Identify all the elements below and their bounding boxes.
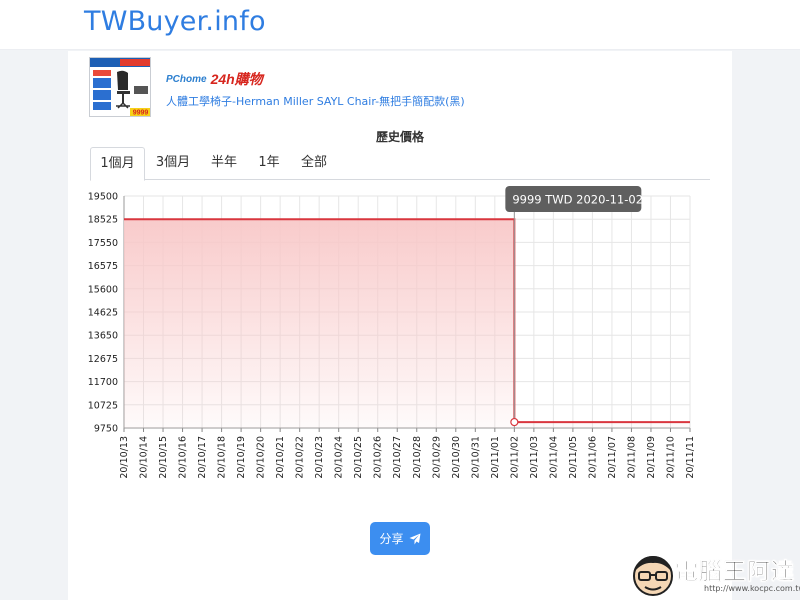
- x-tick-label: 20/10/31: [470, 436, 481, 479]
- y-tick-label: 12675: [88, 354, 118, 365]
- price-area-fill: [124, 219, 690, 428]
- tab-3-months[interactable]: 3個月: [148, 147, 198, 180]
- x-tick-label: 20/10/14: [139, 436, 150, 479]
- x-tick-label: 20/11/07: [607, 436, 618, 479]
- x-tick-label: 20/11/08: [626, 436, 637, 479]
- history-range-tabs: 1個月 3個月 半年 1年 全部: [90, 147, 710, 181]
- x-tick-label: 20/11/10: [665, 436, 676, 479]
- x-tick-label: 20/11/06: [587, 436, 598, 479]
- x-tick-label: 20/11/11: [685, 436, 696, 479]
- x-tick-label: 20/10/13: [119, 436, 130, 479]
- x-tick-label: 20/10/20: [256, 436, 267, 479]
- highlight-point: [510, 417, 519, 427]
- x-tick-label: 20/10/25: [353, 436, 364, 479]
- product-thumbnail-image: 9999: [90, 58, 150, 117]
- x-tick-label: 20/10/23: [314, 436, 325, 479]
- x-tick-label: 20/11/09: [646, 436, 657, 479]
- tab-half-year[interactable]: 半年: [203, 147, 245, 180]
- product-thumbnail[interactable]: 9999: [89, 57, 151, 117]
- x-tick-label: 20/10/18: [217, 436, 228, 479]
- x-tick-label: 20/10/21: [275, 436, 286, 479]
- paper-plane-icon: [409, 533, 420, 544]
- price-history-chart[interactable]: 19500 18525 17550 16575 15600 14625 13650 12675…: [84, 184, 714, 484]
- x-tick-label: 20/10/27: [392, 436, 403, 479]
- x-tick-label: 20/11/05: [568, 436, 579, 479]
- y-tick-label: 18525: [88, 215, 118, 226]
- watermark-url: http://www.kocpc.com.tw: [704, 584, 800, 593]
- share-button-label: 分享: [379, 532, 404, 546]
- x-tick-label: 20/10/19: [236, 436, 247, 479]
- share-button[interactable]: 分享: [370, 522, 430, 555]
- x-tick-label: 20/11/01: [490, 436, 501, 479]
- watermark-text: 電腦王阿達: [675, 559, 795, 586]
- site-watermark: 電腦王阿達 http://www.kocpc.com.tw: [630, 548, 800, 600]
- site-brand-link[interactable]: TWBuyer.info: [84, 6, 266, 37]
- y-tick-label: 9750: [94, 424, 118, 435]
- x-tick-label: 20/11/02: [509, 436, 520, 479]
- tab-1-year[interactable]: 1年: [250, 147, 288, 180]
- x-tick-label: 20/10/17: [197, 436, 208, 479]
- x-tick-label: 20/10/22: [295, 436, 306, 479]
- y-tick-label: 10725: [88, 400, 118, 411]
- y-tick-label: 19500: [88, 192, 118, 203]
- x-tick-label: 20/10/16: [178, 436, 189, 479]
- y-tick-label: 11700: [88, 377, 118, 388]
- price-tooltip-text: 9999 TWD 2020-11-02: [512, 193, 643, 207]
- tab-1-month[interactable]: 1個月: [90, 147, 145, 181]
- y-tick-label: 15600: [88, 284, 118, 295]
- y-tick-label: 16575: [88, 261, 118, 272]
- x-tick-label: 20/10/29: [431, 436, 442, 479]
- y-tick-label: 14625: [88, 308, 118, 319]
- tab-all[interactable]: 全部: [293, 147, 335, 180]
- x-tick-label: 20/11/04: [548, 436, 559, 479]
- x-tick-label: 20/11/03: [529, 436, 540, 479]
- top-navbar: TWBuyer.info: [0, 0, 800, 50]
- y-tick-label: 13650: [88, 331, 118, 342]
- store-logo-prefix: PChome: [166, 73, 207, 85]
- x-tick-label: 20/10/28: [412, 436, 423, 479]
- mascot-face-icon: [633, 556, 673, 596]
- product-name-link[interactable]: 人體工學椅子-Herman Miller SAYL Chair-無把手簡配款(黑…: [166, 93, 465, 109]
- x-tick-label: 20/10/24: [334, 436, 345, 479]
- store-logo: PChome 24h購物: [166, 71, 263, 87]
- y-tick-label: 17550: [88, 238, 118, 249]
- history-price-title: 歷史價格: [375, 130, 424, 144]
- thumb-price-text: 9999: [133, 110, 149, 117]
- x-tick-label: 20/10/15: [158, 436, 169, 479]
- x-tick-label: 20/10/30: [451, 436, 462, 479]
- x-tick-label: 20/10/26: [373, 436, 384, 479]
- store-logo-main: 24h購物: [210, 71, 263, 87]
